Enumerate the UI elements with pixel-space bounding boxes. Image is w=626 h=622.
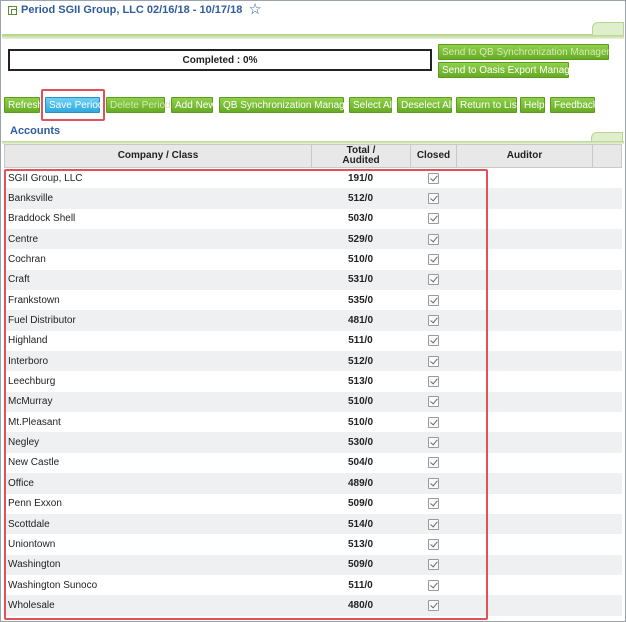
progress-label: Completed : 0% — [182, 54, 258, 66]
spacer-cell — [592, 453, 622, 473]
save-period-highlight — [41, 89, 105, 121]
spacer-cell — [592, 392, 622, 412]
accounts-section-header: Accounts — [6, 125, 60, 137]
col-header-total[interactable]: Total / Audited — [312, 145, 411, 167]
add-new-button[interactable]: Add New — [171, 97, 216, 113]
rows-highlight — [4, 169, 488, 620]
header-divider — [2, 19, 624, 35]
spacer-cell — [592, 432, 622, 452]
section-title: Accounts — [10, 125, 61, 137]
progress-bar: Completed : 0% — [8, 49, 432, 71]
send-to-qb-button[interactable]: Send to QB Synchronization Manager — [438, 44, 610, 60]
spacer-cell — [592, 310, 622, 330]
send-to-oasis-button[interactable]: Send to Oasis Export Manager — [438, 62, 579, 78]
spacer-cell — [592, 270, 622, 290]
col-header-auditor[interactable]: Auditor — [457, 145, 593, 167]
spacer-cell — [592, 229, 622, 249]
collapse-icon[interactable] — [8, 5, 17, 15]
feedback-button[interactable]: Feedback — [550, 97, 598, 113]
col-header-spacer — [593, 145, 621, 167]
spacer-cell — [592, 412, 622, 432]
return-to-list-button[interactable]: Return to List — [456, 97, 519, 113]
spacer-cell — [592, 595, 622, 615]
col-header-company[interactable]: Company / Class — [5, 145, 312, 167]
page-title: Period SGII Group, LLC 02/16/18 - 10/17/… — [21, 4, 243, 16]
spacer-cell — [592, 188, 622, 208]
spacer-cell — [592, 534, 622, 554]
spacer-cell — [592, 575, 622, 595]
table-header: Company / Class Total / Audited Closed A… — [4, 144, 622, 168]
spacer-cell — [592, 249, 622, 269]
qb-sync-manager-button[interactable]: QB Synchronization Manager — [219, 97, 354, 113]
spacer-cell — [592, 168, 622, 188]
star-icon[interactable]: ☆ — [248, 2, 261, 17]
delete-period-button[interactable]: Delete Period — [106, 97, 171, 113]
select-all-button[interactable]: Select All — [349, 97, 394, 113]
col-header-total-line2: Audited — [342, 155, 380, 166]
spacer-cell — [592, 331, 622, 351]
period-header: Period SGII Group, LLC 02/16/18 - 10/17/… — [2, 2, 624, 39]
spacer-cell — [592, 555, 622, 575]
spacer-cell — [592, 290, 622, 310]
spacer-cell — [592, 351, 622, 371]
spacer-cell — [592, 209, 622, 229]
deselect-all-button[interactable]: Deselect All — [397, 97, 453, 113]
col-header-closed[interactable]: Closed — [411, 145, 457, 167]
spacer-cell — [592, 473, 622, 493]
spacer-cell — [592, 494, 622, 514]
header-strip — [2, 35, 624, 39]
spacer-cell — [592, 514, 622, 534]
header-tab — [592, 22, 624, 36]
period-window: Period SGII Group, LLC 02/16/18 - 10/17/… — [0, 0, 626, 622]
help-button[interactable]: Help — [520, 97, 545, 113]
spacer-cell — [592, 371, 622, 391]
refresh-button[interactable]: Refresh — [4, 97, 43, 113]
